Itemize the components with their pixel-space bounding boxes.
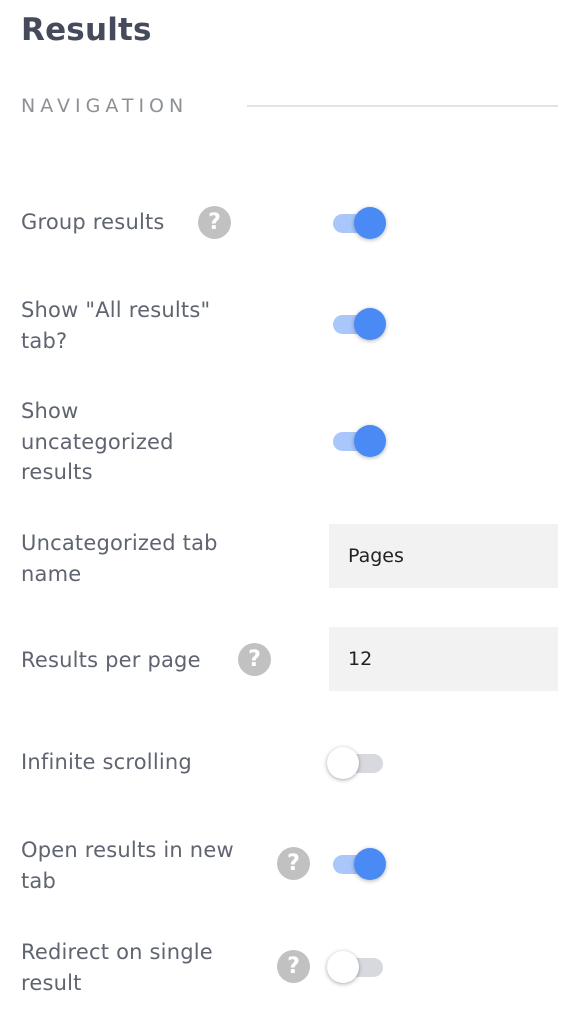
toggle-knob	[327, 747, 359, 779]
help-icon[interactable]: ?	[277, 847, 310, 880]
redirect-single-result-toggle[interactable]	[327, 949, 383, 985]
setting-group-results: Group results ?	[0, 205, 577, 241]
setting-label: Show "All results" tab?	[21, 298, 211, 353]
setting-label: Show uncategorized results	[21, 399, 174, 484]
help-icon[interactable]: ?	[277, 950, 310, 983]
toggle-knob	[327, 951, 359, 983]
toggle-knob	[354, 848, 386, 880]
setting-label: Redirect on single result	[21, 940, 213, 995]
page-title: Results	[21, 12, 152, 48]
setting-redirect-single-result: Redirect on single result ?	[0, 937, 577, 998]
section-heading-navigation: NAVIGATION	[21, 95, 189, 117]
show-uncategorized-toggle[interactable]	[331, 423, 387, 459]
setting-infinite-scrolling: Infinite scrolling	[0, 745, 577, 781]
setting-show-uncategorized: Show uncategorized results	[0, 396, 577, 488]
toggle-knob	[354, 207, 386, 239]
setting-label: Uncategorized tab name	[21, 531, 218, 586]
setting-show-all-results-tab: Show "All results" tab?	[0, 295, 577, 356]
help-icon[interactable]: ?	[238, 643, 271, 676]
setting-label: Open results in new tab	[21, 838, 234, 893]
results-per-page-input[interactable]	[329, 627, 558, 691]
setting-open-in-new-tab: Open results in new tab ?	[0, 835, 577, 896]
toggle-knob	[354, 308, 386, 340]
infinite-scrolling-toggle[interactable]	[327, 745, 383, 781]
setting-label: Infinite scrolling	[21, 750, 192, 774]
open-in-new-tab-toggle[interactable]	[331, 846, 387, 882]
help-icon[interactable]: ?	[198, 206, 231, 239]
uncategorized-tab-name-input[interactable]	[329, 524, 558, 588]
setting-uncategorized-tab-name: Uncategorized tab name	[0, 524, 577, 588]
toggle-knob	[354, 425, 386, 457]
group-results-toggle[interactable]	[331, 205, 387, 241]
setting-results-per-page: Results per page ?	[0, 627, 577, 691]
show-all-results-tab-toggle[interactable]	[331, 306, 387, 342]
setting-label: Group results	[21, 210, 165, 234]
section-divider	[247, 105, 558, 107]
setting-label: Results per page	[21, 648, 201, 672]
